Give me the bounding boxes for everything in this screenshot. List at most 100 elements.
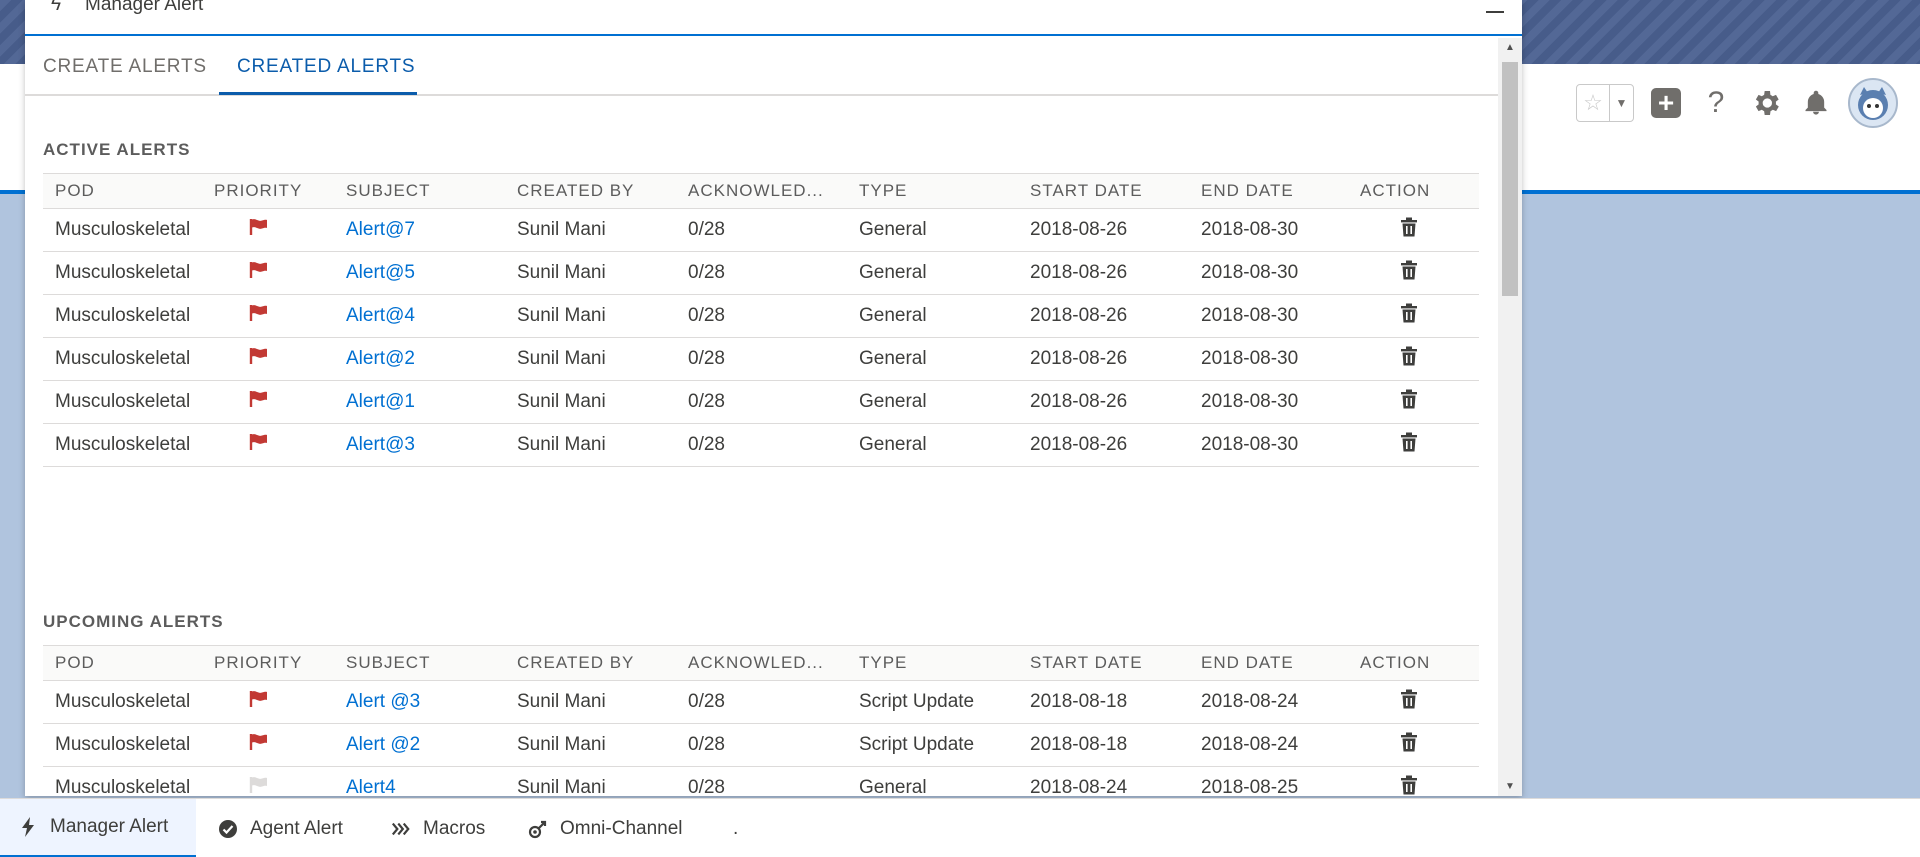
subject-link[interactable]: Alert@5 <box>346 262 415 283</box>
bolt-icon: ϟ <box>51 0 62 15</box>
table-row: Musculoskeletal Alert@3 Sunil Mani 0/28 Gene… <box>43 423 1479 467</box>
table-row: Musculoskeletal Alert @2 Sunil Mani 0/28 Scr… <box>43 723 1479 767</box>
tab-create-alerts[interactable]: CREATE ALERTS <box>43 56 207 78</box>
bolt-icon <box>18 817 38 837</box>
subject-link[interactable]: Alert@7 <box>346 219 415 240</box>
tab-created-alerts[interactable]: CREATED ALERTS <box>237 56 415 78</box>
acknowledged-cell: 0/28 <box>676 251 847 295</box>
priority-cell <box>214 723 334 767</box>
created-by-cell: Sunil Mani <box>505 723 676 767</box>
star-icon[interactable]: ☆ <box>1577 85 1609 121</box>
utility-omni-channel[interactable]: Omni-Channel <box>510 799 701 857</box>
end-date-cell: 2018-08-24 <box>1189 723 1360 767</box>
column-header: START DATE <box>1018 173 1189 209</box>
scroll-up-icon[interactable]: ▲ <box>1505 42 1515 53</box>
subject-cell: Alert@1 <box>334 380 505 424</box>
trash-icon[interactable] <box>1400 689 1418 715</box>
column-header: SUBJECT <box>334 173 505 209</box>
end-date-cell: 2018-08-30 <box>1189 251 1360 295</box>
action-cell <box>1360 208 1479 252</box>
alert-tabs: CREATE ALERTS CREATED ALERTS <box>25 38 1498 96</box>
pod-cell: Musculoskeletal <box>43 294 214 338</box>
action-cell <box>1360 337 1479 381</box>
column-header: ACKNOWLED... <box>676 173 847 209</box>
acknowledged-cell: 0/28 <box>676 680 847 724</box>
pod-cell: Musculoskeletal <box>43 723 214 767</box>
upcoming-alerts-heading: UPCOMING ALERTS <box>43 612 224 631</box>
subject-cell: Alert@7 <box>334 208 505 252</box>
global-actions-button[interactable]: + <box>1648 85 1684 121</box>
chevron-down-icon[interactable]: ▼ <box>1609 85 1633 121</box>
check-circle-icon <box>218 819 238 839</box>
pod-cell: Musculoskeletal <box>43 208 214 252</box>
column-header: POD <box>43 173 214 209</box>
subject-link[interactable]: Alert@1 <box>346 391 415 412</box>
priority-cell <box>214 423 334 467</box>
utility-more[interactable]: . <box>715 799 756 857</box>
column-header: PRIORITY <box>214 645 334 681</box>
column-header: TYPE <box>847 173 1018 209</box>
active-tab-indicator <box>219 92 417 95</box>
utility-agent-alert[interactable]: Agent Alert <box>200 799 361 857</box>
trash-icon[interactable] <box>1400 432 1418 458</box>
subject-link[interactable]: Alert@4 <box>346 305 415 326</box>
acknowledged-cell: 0/28 <box>676 337 847 381</box>
created-by-cell: Sunil Mani <box>505 294 676 338</box>
subject-link[interactable]: Alert@3 <box>346 434 415 455</box>
action-cell <box>1360 251 1479 295</box>
trash-icon[interactable] <box>1400 217 1418 243</box>
acknowledged-cell: 0/28 <box>676 723 847 767</box>
header-actions: ☆ ▼ + ? <box>1576 78 1898 128</box>
subject-link[interactable]: Alert4 <box>346 777 396 798</box>
pod-cell: Musculoskeletal <box>43 680 214 724</box>
end-date-cell: 2018-08-30 <box>1189 423 1360 467</box>
start-date-cell: 2018-08-26 <box>1018 294 1189 338</box>
flag-icon <box>249 347 269 371</box>
gear-icon[interactable] <box>1748 85 1784 121</box>
created-by-cell: Sunil Mani <box>505 208 676 252</box>
trash-icon[interactable] <box>1400 346 1418 372</box>
subject-cell: Alert @3 <box>334 680 505 724</box>
subject-link[interactable]: Alert @2 <box>346 734 420 755</box>
help-icon[interactable]: ? <box>1698 85 1734 121</box>
start-date-cell: 2018-08-26 <box>1018 380 1189 424</box>
utility-label: Macros <box>423 817 486 839</box>
column-header: END DATE <box>1189 173 1360 209</box>
avatar[interactable] <box>1848 78 1898 128</box>
bell-icon[interactable] <box>1798 85 1834 121</box>
minimize-icon[interactable] <box>1486 11 1504 13</box>
action-cell <box>1360 423 1479 467</box>
type-cell: Script Update <box>847 723 1018 767</box>
subject-cell: Alert @2 <box>334 723 505 767</box>
trash-icon[interactable] <box>1400 732 1418 758</box>
column-header: POD <box>43 645 214 681</box>
trash-icon[interactable] <box>1400 389 1418 415</box>
utility-label: Omni-Channel <box>560 817 683 839</box>
scroll-thumb[interactable] <box>1502 62 1518 296</box>
action-cell <box>1360 680 1479 724</box>
created-by-cell: Sunil Mani <box>505 337 676 381</box>
omni-icon <box>528 819 548 839</box>
type-cell: General <box>847 294 1018 338</box>
priority-cell <box>214 380 334 424</box>
flag-icon <box>249 261 269 285</box>
created-by-cell: Sunil Mani <box>505 380 676 424</box>
scroll-down-icon[interactable]: ▼ <box>1505 781 1515 792</box>
panel-scrollbar[interactable]: ▲ ▼ <box>1498 38 1522 796</box>
column-header: END DATE <box>1189 645 1360 681</box>
trash-icon[interactable] <box>1400 303 1418 329</box>
trash-icon[interactable] <box>1400 260 1418 286</box>
priority-cell <box>214 251 334 295</box>
table-row: Musculoskeletal Alert@5 Sunil Mani 0/28 Gene… <box>43 251 1479 295</box>
column-header: START DATE <box>1018 645 1189 681</box>
subject-link[interactable]: Alert@2 <box>346 348 415 369</box>
action-cell <box>1360 723 1479 767</box>
subject-link[interactable]: Alert @3 <box>346 691 420 712</box>
acknowledged-cell: 0/28 <box>676 423 847 467</box>
priority-cell <box>214 208 334 252</box>
pod-cell: Musculoskeletal <box>43 423 214 467</box>
utility-manager-alert[interactable]: Manager Alert <box>0 799 196 857</box>
column-header: CREATED BY <box>505 173 676 209</box>
utility-macros[interactable]: Macros <box>373 799 503 857</box>
favorites-group: ☆ ▼ <box>1576 84 1634 122</box>
